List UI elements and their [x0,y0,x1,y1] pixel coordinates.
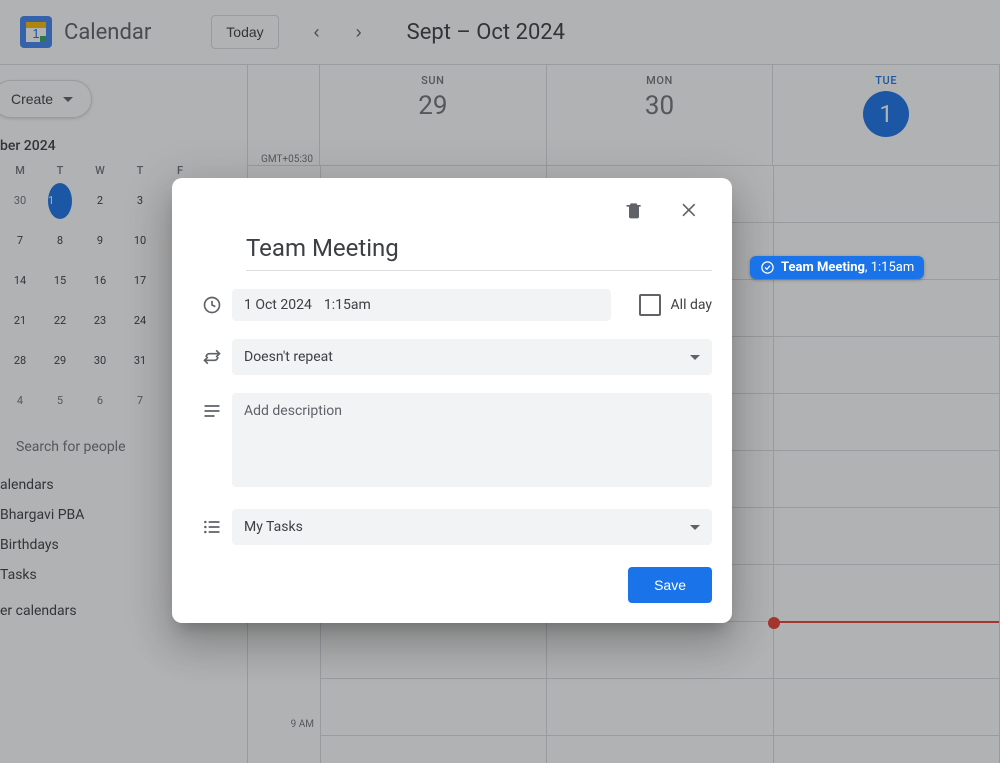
all-day-checkbox[interactable]: All day [639,294,712,316]
recurrence-value: Doesn't repeat [244,349,333,365]
delete-button[interactable] [616,192,652,228]
task-title-input[interactable] [246,228,712,271]
dropdown-icon [690,355,700,360]
close-icon [680,200,700,220]
repeat-icon [192,347,232,367]
all-day-label: All day [671,297,712,313]
clock-icon [192,295,232,315]
checkbox-icon [639,294,661,316]
save-button[interactable]: Save [628,567,712,603]
task-date: 1 Oct 2024 [244,297,312,313]
task-editor-dialog: 1 Oct 2024 1:15am All day Doesn't repeat [172,178,732,623]
recurrence-select[interactable]: Doesn't repeat [232,339,712,375]
tasklist-value: My Tasks [244,519,303,535]
close-button[interactable] [672,192,708,228]
description-input[interactable] [232,393,712,487]
description-icon [192,393,232,421]
task-chip-time: 1:15am [871,260,915,275]
date-time-field[interactable]: 1 Oct 2024 1:15am [232,289,611,321]
task-time: 1:15am [324,297,371,313]
task-chip[interactable]: Team Meeting, 1:15am [750,256,924,279]
task-check-icon [760,260,775,275]
list-icon [192,517,232,537]
dropdown-icon [690,525,700,530]
tasklist-select[interactable]: My Tasks [232,509,712,545]
task-chip-title: Team Meeting [781,260,865,275]
trash-icon [624,200,644,220]
